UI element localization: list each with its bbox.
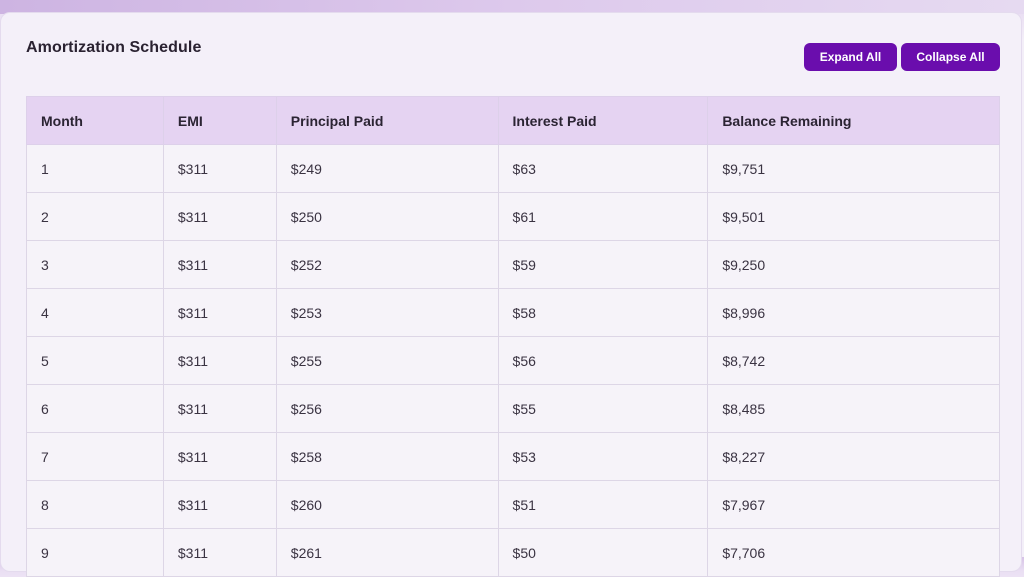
table-row: 5 $311 $255 $56 $8,742 (26, 336, 1000, 385)
cell-month: 7 (26, 432, 164, 481)
cell-month: 5 (26, 336, 164, 385)
cell-balance: $9,250 (707, 240, 1000, 289)
cell-emi: $311 (162, 336, 277, 385)
cell-principal: $250 (275, 192, 499, 241)
table-header: Month EMI Principal Paid Interest Paid B… (26, 96, 1000, 145)
cell-balance: $8,996 (707, 288, 1000, 337)
table-row: 2 $311 $250 $61 $9,501 (26, 192, 1000, 241)
cell-month: 3 (26, 240, 164, 289)
cell-principal: $256 (275, 384, 499, 433)
cell-interest: $58 (497, 288, 709, 337)
table-row: 4 $311 $253 $58 $8,996 (26, 288, 1000, 337)
column-header-principal-paid[interactable]: Principal Paid (275, 96, 499, 145)
cell-emi: $311 (162, 480, 277, 529)
table-row: 9 $311 $261 $50 $7,706 (26, 528, 1000, 577)
table-row: 7 $311 $258 $53 $8,227 (26, 432, 1000, 481)
cell-balance: $8,485 (707, 384, 1000, 433)
table-row: 1 $311 $249 $63 $9,751 (26, 144, 1000, 193)
cell-principal: $258 (275, 432, 499, 481)
cell-interest: $61 (497, 192, 709, 241)
cell-interest: $53 (497, 432, 709, 481)
page-title: Amortization Schedule (26, 39, 202, 56)
cell-month: 6 (26, 384, 164, 433)
cell-balance: $9,751 (707, 144, 1000, 193)
table-row: 6 $311 $256 $55 $8,485 (26, 384, 1000, 433)
table-body: 1 $311 $249 $63 $9,751 2 $311 $250 $61 $… (26, 144, 1000, 577)
cell-interest: $55 (497, 384, 709, 433)
column-header-balance-remaining[interactable]: Balance Remaining (707, 96, 1000, 145)
cell-month: 1 (26, 144, 164, 193)
cell-interest: $63 (497, 144, 709, 193)
cell-principal: $253 (275, 288, 499, 337)
amortization-card: Amortization Schedule Expand All Collaps… (0, 12, 1022, 577)
cell-principal: $260 (275, 480, 499, 529)
cell-month: 2 (26, 192, 164, 241)
cell-balance: $8,742 (707, 336, 1000, 385)
cell-principal: $249 (275, 144, 499, 193)
cell-balance: $7,967 (707, 480, 1000, 529)
cell-interest: $50 (497, 528, 709, 577)
column-header-interest-paid[interactable]: Interest Paid (497, 96, 709, 145)
table-row: 3 $311 $252 $59 $9,250 (26, 240, 1000, 289)
cell-balance: $8,227 (707, 432, 1000, 481)
cell-emi: $311 (162, 192, 277, 241)
column-header-month[interactable]: Month (26, 96, 164, 145)
table-row: 8 $311 $260 $51 $7,967 (26, 480, 1000, 529)
cell-month: 8 (26, 480, 164, 529)
amortization-table: Month EMI Principal Paid Interest Paid B… (26, 96, 1000, 577)
cell-emi: $311 (162, 432, 277, 481)
collapse-all-button[interactable]: Collapse All (901, 43, 1000, 71)
cell-balance: $7,706 (707, 528, 1000, 577)
cell-principal: $255 (275, 336, 499, 385)
cell-interest: $56 (497, 336, 709, 385)
table-header-row: Month EMI Principal Paid Interest Paid B… (26, 96, 1000, 145)
cell-month: 9 (26, 528, 164, 577)
expand-all-button[interactable]: Expand All (804, 43, 897, 71)
cell-balance: $9,501 (707, 192, 1000, 241)
cell-principal: $261 (275, 528, 499, 577)
cell-interest: $51 (497, 480, 709, 529)
cell-emi: $311 (162, 288, 277, 337)
cell-emi: $311 (162, 240, 277, 289)
cell-interest: $59 (497, 240, 709, 289)
cell-month: 4 (26, 288, 164, 337)
cell-emi: $311 (162, 384, 277, 433)
cell-emi: $311 (162, 528, 277, 577)
cell-principal: $252 (275, 240, 499, 289)
cell-emi: $311 (162, 144, 277, 193)
column-header-emi[interactable]: EMI (162, 96, 277, 145)
